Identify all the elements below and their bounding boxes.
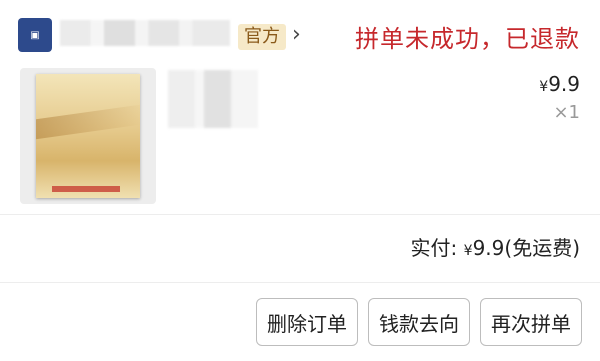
book-cover	[36, 74, 140, 198]
total-amount: 9.9	[472, 236, 505, 260]
price-value: 9.9	[548, 72, 580, 96]
regroup-button[interactable]: 再次拼单	[480, 298, 582, 346]
book-cover-art	[36, 104, 140, 140]
currency-symbol: ¥	[539, 79, 549, 95]
product-quantity: ×1	[553, 102, 580, 123]
delete-order-button[interactable]: 删除订单	[256, 298, 358, 346]
payment-total: 实付: ¥9.9(免运费)	[411, 232, 580, 261]
divider	[0, 214, 600, 215]
order-header: ▣ 官方 › 拼单未成功，已退款	[0, 0, 600, 66]
divider	[0, 282, 600, 283]
order-actions: 删除订单 钱款去向 再次拼单	[256, 298, 582, 348]
shop-logo-icon[interactable]: ▣	[18, 18, 52, 52]
total-label: 实付:	[410, 236, 458, 260]
book-publisher-mark	[52, 186, 120, 192]
product-thumbnail[interactable]	[20, 68, 156, 204]
currency-symbol: ¥	[463, 243, 473, 259]
product-price: ¥9.9	[539, 72, 580, 96]
order-status: 拼单未成功，已退款	[355, 25, 580, 53]
product-title-blurred[interactable]	[168, 70, 258, 128]
shop-name-blurred[interactable]	[60, 20, 230, 46]
shipping-note: (免运费)	[504, 236, 580, 260]
official-badge: 官方	[238, 24, 286, 50]
refund-flow-button[interactable]: 钱款去向	[368, 298, 470, 346]
chevron-right-icon[interactable]: ›	[292, 22, 301, 47]
